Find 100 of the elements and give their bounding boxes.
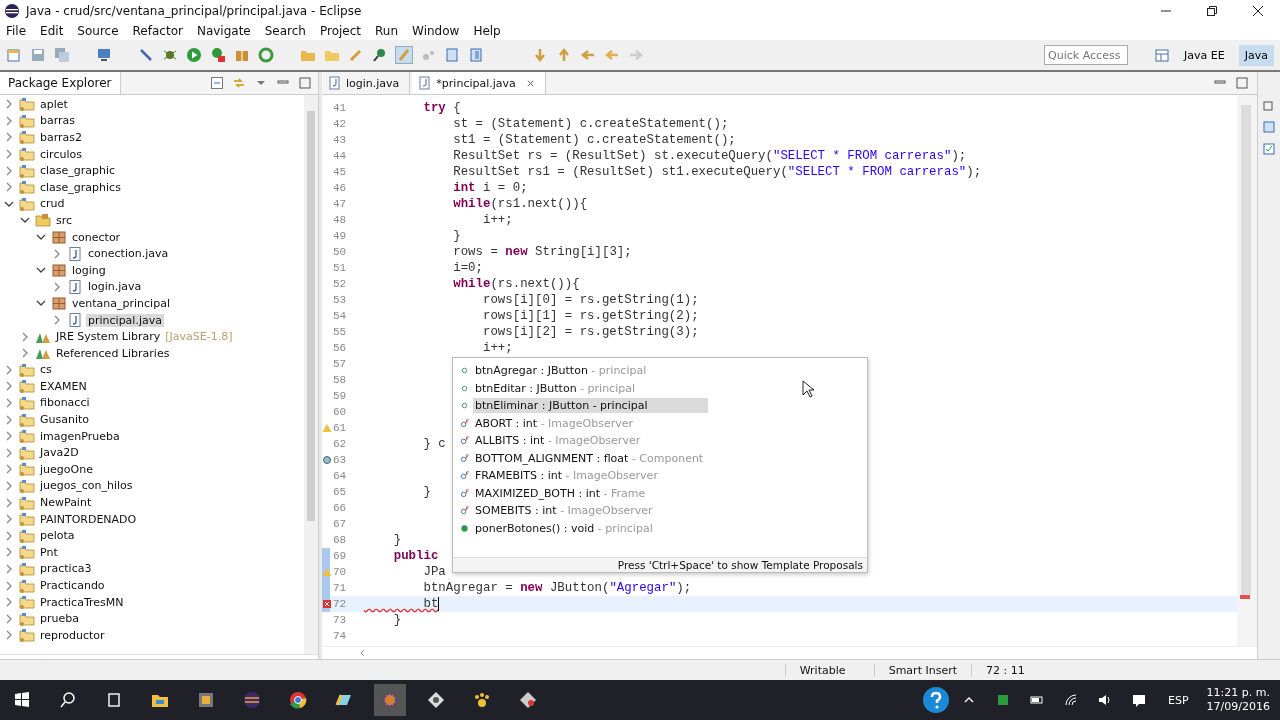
tree-item[interactable]: Java2D <box>38 446 81 460</box>
menu-item[interactable]: File <box>6 24 27 38</box>
menu-item[interactable]: Help <box>473 24 501 38</box>
help-icon[interactable] <box>922 686 950 714</box>
tree-item[interactable]: reproductor <box>38 628 107 642</box>
up-arrow-icon[interactable] <box>556 47 572 63</box>
completion-item[interactable]: FRAMEBITS : int - ImageObserver <box>473 468 660 484</box>
tree-item[interactable]: imagenPrueba <box>38 429 122 443</box>
tray-app-icon[interactable] <box>996 693 1010 707</box>
tree-item[interactable]: src <box>54 213 75 227</box>
tree-item[interactable]: fibonacci <box>38 396 92 410</box>
search-icon[interactable] <box>372 47 388 63</box>
menu-item[interactable]: Search <box>264 24 306 38</box>
app-icon[interactable] <box>518 690 538 710</box>
save-icon[interactable] <box>30 47 46 63</box>
completion-item[interactable]: btnEditar : JButton - principal <box>473 380 637 396</box>
speaker-icon[interactable] <box>1098 693 1112 707</box>
maximize-icon[interactable] <box>1235 76 1249 90</box>
completion-item[interactable]: MAXIMIZED_BOTH : int - Frame <box>473 485 648 501</box>
tree-item[interactable]: juegos_con_hilos <box>38 479 135 493</box>
monitor-icon[interactable] <box>96 47 112 63</box>
play-icon[interactable] <box>186 47 202 63</box>
completion-item[interactable]: ABORT : int - ImageObserver <box>473 415 636 431</box>
tree-item[interactable]: PAINTORDENADO <box>38 512 139 526</box>
outline-icon[interactable] <box>1262 120 1276 134</box>
completion-item[interactable]: ponerBotones() : void - principal <box>473 520 655 536</box>
editor-tab[interactable]: *principal.java <box>412 72 546 94</box>
tree-item[interactable]: clase_graphic <box>38 164 118 178</box>
tree-item[interactable]: aplet <box>38 97 70 111</box>
wifi-icon[interactable] <box>1064 693 1078 707</box>
paw-icon[interactable] <box>472 690 492 710</box>
browser-icon[interactable] <box>288 690 308 710</box>
tree-item[interactable]: EXAMEN <box>38 379 89 393</box>
tree-item[interactable]: Practicando <box>38 579 107 592</box>
tree-item[interactable]: loging <box>70 263 108 277</box>
pencil-icon[interactable] <box>348 47 364 63</box>
tree-item[interactable]: Referenced Libraries <box>54 346 172 360</box>
notification-icon[interactable] <box>1132 693 1146 707</box>
tree-item[interactable]: NewPaint <box>38 496 94 510</box>
menu-item[interactable]: Refactor <box>132 24 183 38</box>
link-icon[interactable] <box>232 76 246 90</box>
windows-start-icon[interactable] <box>12 690 32 710</box>
tree-item[interactable]: conection.java <box>86 247 171 261</box>
constant-icon <box>460 453 469 463</box>
task-icon[interactable] <box>1262 142 1276 156</box>
tree-item[interactable]: Gusanito <box>38 413 92 427</box>
line-number: 57 <box>333 358 347 370</box>
block-icon[interactable] <box>444 47 460 63</box>
tree-item[interactable]: JRE System Library <box>54 330 163 344</box>
menu-item[interactable]: Navigate <box>196 24 251 38</box>
menu-item[interactable]: Source <box>77 24 119 38</box>
scrollbar[interactable] <box>304 95 318 654</box>
perspective-button[interactable]: Java <box>1238 44 1274 66</box>
tree-item[interactable]: principal.java <box>86 313 164 327</box>
completion-item[interactable]: ALLBITS : int - ImageObserver <box>473 433 643 449</box>
tree-item[interactable]: circulos <box>38 147 84 161</box>
save-all-icon[interactable] <box>54 47 70 63</box>
completion-item[interactable]: SOMEBITS : int - ImageObserver <box>473 503 655 519</box>
restore-icon[interactable] <box>1206 5 1218 17</box>
view-tab[interactable]: Package Explorer <box>0 72 121 94</box>
project-folder-icon <box>19 527 35 544</box>
maximize-icon[interactable] <box>298 76 312 90</box>
new-file-icon[interactable] <box>6 47 22 63</box>
perspective-button[interactable]: Java EE <box>1178 44 1231 66</box>
code-line: st1 = (Statement) c.createStatement(); <box>452 133 736 147</box>
app-icon[interactable] <box>426 690 446 710</box>
tree-item[interactable]: ventana_principal <box>70 296 172 310</box>
perspective-icon[interactable] <box>1154 47 1171 63</box>
tree-item[interactable]: barras2 <box>38 131 85 144</box>
battery-icon[interactable] <box>1030 693 1044 707</box>
tree-item[interactable]: clase_graphics <box>38 180 123 194</box>
completion-item[interactable]: btnEliminar : JButton - principal <box>473 398 708 414</box>
menu-item[interactable]: Edit <box>40 24 64 38</box>
tree-item[interactable]: PracticaTresMN <box>38 595 126 609</box>
close-icon[interactable] <box>1252 5 1264 17</box>
tree-item[interactable]: barras <box>38 114 78 128</box>
eclipse-icon[interactable] <box>242 690 262 710</box>
language-indicator[interactable]: ESP <box>1168 693 1189 707</box>
tree-item[interactable]: practica3 <box>38 562 94 576</box>
code-line: rows[i][0] = rs.getString(1); <box>481 293 699 307</box>
tree-item[interactable]: prueba <box>38 612 81 626</box>
tree-item[interactable]: login.java <box>86 280 144 294</box>
down-arrow-icon[interactable] <box>532 47 548 63</box>
back-arrow-icon[interactable] <box>580 47 596 63</box>
tree-item[interactable]: Pnt <box>38 545 60 559</box>
menu-item[interactable]: Run <box>375 24 399 38</box>
tree-item[interactable]: cs <box>38 363 54 377</box>
app-icon[interactable] <box>196 690 216 710</box>
collapse-icon[interactable] <box>210 76 224 90</box>
quick-access-field[interactable]: Quick Access <box>1044 45 1129 65</box>
completion-item[interactable]: btnAgregar : JButton - principal <box>473 363 649 379</box>
tree-item[interactable]: conector <box>70 230 123 244</box>
tree-item[interactable]: crud <box>38 197 67 211</box>
tree-item[interactable]: pelota <box>38 529 77 543</box>
completion-item[interactable]: BOTTOM_ALIGNMENT : float - Component <box>473 450 706 466</box>
menu-item[interactable]: Project <box>319 24 362 38</box>
search-icon[interactable] <box>58 690 78 710</box>
tree-item[interactable]: juegoOne <box>38 462 95 476</box>
scrollbar[interactable] <box>1241 105 1251 595</box>
menu-item[interactable]: Window <box>412 24 460 38</box>
